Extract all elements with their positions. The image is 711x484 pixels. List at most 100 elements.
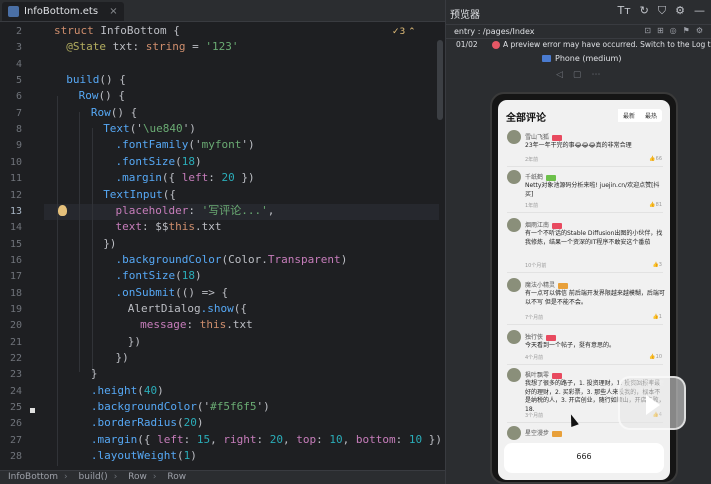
code-line[interactable]: }) <box>103 236 116 252</box>
breadcrumb-build[interactable]: build() <box>79 472 108 482</box>
code-line[interactable]: .layoutWeight(1) <box>91 448 197 464</box>
sort-hottest[interactable]: 最热 <box>640 109 662 122</box>
layout-icon[interactable]: ⊡ <box>644 26 651 35</box>
back-icon[interactable]: ◁ <box>556 70 563 80</box>
line-number[interactable]: 28 <box>0 449 22 465</box>
line-number[interactable]: 25 <box>0 400 22 416</box>
line-number[interactable]: 5 <box>0 73 22 89</box>
line-number[interactable]: 21 <box>0 335 22 351</box>
code-line[interactable]: message: this.txt <box>140 317 253 333</box>
avatar[interactable] <box>507 130 521 144</box>
code-line[interactable]: .margin({ left: 20 }) <box>116 170 255 186</box>
code-line[interactable]: .backgroundColor('#f5f6f5') <box>91 399 270 415</box>
code-line[interactable]: }) <box>116 350 129 366</box>
gear-icon[interactable]: ⚙ <box>696 26 703 35</box>
code-line[interactable]: text: $$this.txt <box>116 219 222 235</box>
line-number[interactable]: 24 <box>0 384 22 400</box>
line-number[interactable]: 9 <box>0 138 22 154</box>
code-line[interactable]: .margin({ left: 15, right: 20, top: 10, … <box>91 432 442 448</box>
avatar[interactable] <box>507 368 521 382</box>
line-number[interactable]: 4 <box>0 57 22 73</box>
code-line[interactable]: build() { <box>66 72 126 88</box>
tab-infobottom[interactable]: InfoBottom.ets × <box>2 2 124 21</box>
breakpoint-marker[interactable] <box>30 408 35 413</box>
inspection-indicator[interactable]: ✓3 ⌃ <box>392 27 416 37</box>
line-number[interactable]: 7 <box>0 106 22 122</box>
editor-scrollbar[interactable] <box>437 40 443 120</box>
sort-newest[interactable]: 最新 <box>617 109 640 122</box>
tab-label: InfoBottom.ets <box>24 6 99 17</box>
error-icon <box>492 41 500 49</box>
code-line[interactable]: .backgroundColor(Color.Transparent) <box>116 252 348 268</box>
avatar[interactable] <box>507 218 521 232</box>
font-size-icon[interactable]: Tт <box>618 4 631 18</box>
inspector-icon[interactable]: ⛉ <box>658 4 666 18</box>
avatar[interactable] <box>507 330 521 344</box>
code-line[interactable]: Text('\ue840') <box>103 121 196 137</box>
line-number[interactable]: 14 <box>0 220 22 236</box>
code-line[interactable]: .onSubmit(() => { <box>116 285 229 301</box>
refresh-icon[interactable]: ↻ <box>640 4 649 18</box>
home-icon[interactable]: ▢ <box>573 70 582 80</box>
line-number[interactable]: 27 <box>0 433 22 449</box>
avatar[interactable] <box>507 278 521 292</box>
code-line[interactable]: struct InfoBottom { <box>54 23 180 39</box>
line-number[interactable]: 6 <box>0 89 22 105</box>
like-count[interactable]: 👍10 <box>649 354 662 360</box>
line-number[interactable]: 26 <box>0 416 22 432</box>
minimize-icon[interactable]: — <box>694 4 705 18</box>
line-number[interactable]: 15 <box>0 237 22 253</box>
code-editor[interactable]: InfoBottom.ets × ✓3 ⌃ 2 3 4 5 6 7 8 9 10 11 12 13 14… <box>0 0 445 484</box>
settings-icon[interactable]: ⚙ <box>675 4 685 18</box>
code-line[interactable]: .height(40) <box>91 383 164 399</box>
code-line[interactable]: Row() { <box>91 105 137 121</box>
code-line[interactable]: }) <box>128 334 141 350</box>
multi-device-icon[interactable]: ⊞ <box>657 26 664 35</box>
lightbulb-icon[interactable] <box>58 205 67 216</box>
code-line[interactable]: AlertDialog.show({ <box>128 301 247 317</box>
line-number[interactable]: 8 <box>0 122 22 138</box>
line-number[interactable]: 13 <box>0 204 22 220</box>
like-count[interactable]: 👍81 <box>649 202 662 208</box>
breadcrumb-file[interactable]: InfoBottom <box>8 472 58 482</box>
like-count[interactable]: 👍3 <box>653 262 662 268</box>
comment-input-value: 666 <box>576 452 592 461</box>
line-number[interactable]: 11 <box>0 171 22 187</box>
line-number[interactable]: 12 <box>0 188 22 204</box>
code-line[interactable]: .fontSize(18) <box>116 154 202 170</box>
code-line[interactable]: Row() { <box>79 88 125 104</box>
code-line[interactable]: .fontSize(18) <box>116 268 202 284</box>
code-line[interactable]: @State txt: string = '123' <box>66 39 238 55</box>
editor-tab-bar: InfoBottom.ets × <box>0 0 445 22</box>
code-line[interactable]: placeholder: '写评论...', <box>116 203 275 219</box>
comment-input[interactable]: 666 <box>504 443 664 473</box>
line-number[interactable]: 22 <box>0 351 22 367</box>
error-message[interactable]: A preview error may have occurred. Switc… <box>503 40 711 49</box>
line-number[interactable]: 3 <box>0 40 22 56</box>
line-number[interactable]: 20 <box>0 318 22 334</box>
like-count[interactable]: 👍66 <box>649 156 662 162</box>
line-number[interactable]: 16 <box>0 253 22 269</box>
like-count[interactable]: 👍1 <box>653 314 662 320</box>
line-number[interactable]: 2 <box>0 24 22 40</box>
avatar[interactable] <box>507 426 521 440</box>
record-icon[interactable]: ◎ <box>670 26 677 35</box>
comment-username: 枫叶飘零 <box>525 370 563 379</box>
line-number[interactable]: 18 <box>0 286 22 302</box>
flag-icon[interactable]: ⚑ <box>683 26 690 35</box>
more-icon[interactable]: ⋯ <box>591 70 600 80</box>
avatar[interactable] <box>507 170 521 184</box>
code-line[interactable]: .borderRadius(20) <box>91 415 204 431</box>
entry-path[interactable]: entry : /pages/Index <box>454 27 535 36</box>
code-line[interactable]: TextInput({ <box>103 187 176 203</box>
line-number[interactable]: 19 <box>0 302 22 318</box>
line-number[interactable]: 17 <box>0 269 22 285</box>
breadcrumb-row[interactable]: Row <box>128 472 147 482</box>
code-line[interactable]: .fontFamily('myfont') <box>116 137 255 153</box>
code-line[interactable]: } <box>91 366 98 382</box>
line-number[interactable]: 23 <box>0 367 22 383</box>
line-number[interactable]: 10 <box>0 155 22 171</box>
device-selector[interactable]: Phone (medium) <box>542 54 621 63</box>
close-icon[interactable]: × <box>109 6 117 17</box>
breadcrumb-row-inner[interactable]: Row <box>167 472 186 482</box>
